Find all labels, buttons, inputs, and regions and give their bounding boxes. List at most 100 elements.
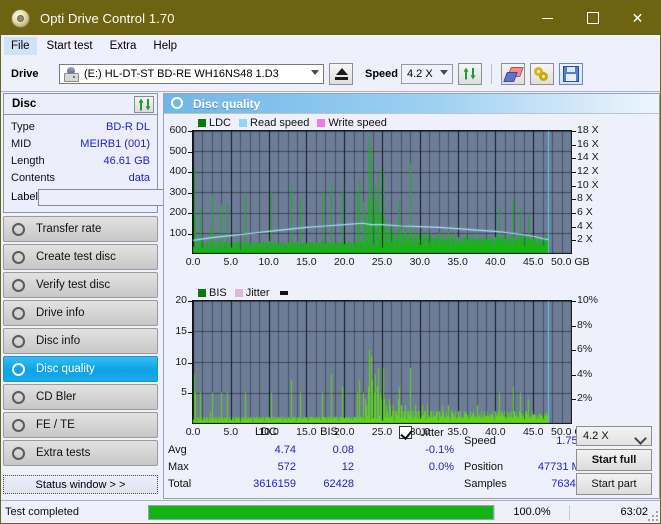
disc-test-icon — [11, 222, 28, 237]
disc-info-title: Disc — [12, 98, 37, 110]
disc-mid-value: MEIRB1 (001) — [80, 137, 150, 150]
sidebar-item-label: Drive info — [36, 307, 85, 319]
refresh-icon — [463, 67, 478, 82]
disc-refresh-button[interactable] — [134, 95, 154, 113]
x-axis-tick: 30.0 — [409, 256, 431, 268]
sidebar-item-create-test-disc[interactable]: Create test disc — [3, 244, 158, 270]
y2-axis-tick: 16 X — [577, 137, 599, 150]
x-axis-tick: 35.0 — [447, 256, 468, 268]
position-stat-label: Position — [464, 461, 504, 473]
y2-axis-tick: 10% — [577, 294, 599, 306]
eraser-icon — [503, 67, 524, 82]
sidebar-item-cd-bler[interactable]: CD Bler — [3, 384, 158, 410]
drive-select[interactable]: (E:) HL-DT-ST BD-RE WH16NS48 1.D3 — [59, 64, 324, 84]
sidebar-item-label: FE / TE — [36, 419, 75, 431]
sidebar-item-label: Disc quality — [36, 363, 95, 375]
samples-stat-label: Samples — [464, 478, 507, 490]
y-axis-tick: 5 — [181, 386, 187, 399]
sidebar-nav: Transfer rate Create test disc Verify te… — [3, 216, 158, 466]
disc-info-box: Disc Type BD-R DL MID MEIRB1 (001) Lengt… — [3, 93, 242, 213]
x-axis-tick: 45.0 — [522, 256, 544, 268]
y2-axis-tickmark — [572, 326, 576, 327]
sidebar-item-label: Disc info — [36, 335, 81, 347]
close-icon: ✕ — [631, 10, 644, 26]
speed-select-value: 4.2 X — [407, 68, 433, 80]
y-axis-tick: 20 — [175, 294, 187, 306]
close-button[interactable]: ✕ — [615, 1, 660, 35]
sidebar-item-extra-tests[interactable]: Extra tests — [3, 440, 158, 466]
menu-help[interactable]: Help — [146, 37, 184, 55]
y2-axis-tickmark — [572, 301, 576, 302]
disc-length-label: Length — [11, 154, 45, 167]
disc-row-length: Length 46.61 GB — [4, 152, 157, 169]
y2-axis-tickmark — [572, 131, 576, 132]
x-axis-tick: 25.0 — [371, 256, 393, 268]
sidebar-item-label: CD Bler — [36, 391, 77, 403]
legend-label-write-speed: Write speed — [328, 116, 387, 129]
y-axis-tick: 300 — [169, 185, 187, 198]
jitter-label: Jitter — [420, 427, 444, 439]
x-axis-tick: 5.0 — [223, 256, 239, 268]
disc-test-icon — [11, 250, 28, 265]
key-button[interactable] — [530, 63, 554, 85]
resize-grip[interactable] — [648, 511, 658, 521]
disc-row-type: Type BD-R DL — [4, 118, 157, 135]
jitter-checkbox[interactable] — [399, 426, 412, 439]
sidebar-item-disc-info[interactable]: Disc info — [3, 328, 158, 354]
jitter-marker-icon — [279, 290, 288, 295]
refresh-button[interactable] — [458, 63, 482, 85]
disc-test-icon — [11, 278, 28, 293]
title-bar: Opti Drive Control 1.70 ✕ — [1, 1, 660, 35]
progress-bar — [148, 504, 494, 520]
disc-test-icon — [11, 362, 28, 377]
disc-contents-label: Contents — [11, 171, 56, 184]
disc-info-header: Disc — [4, 94, 157, 115]
sidebar-item-drive-info[interactable]: Drive info — [3, 300, 158, 326]
disc-type-label: Type — [11, 120, 35, 133]
menu-start-test[interactable]: Start test — [40, 37, 100, 55]
y2-axis-tick: 4% — [577, 367, 593, 380]
y-axis-tick: 400 — [169, 165, 187, 177]
test-speed-select[interactable]: 4.2 X — [576, 426, 652, 446]
status-window-button[interactable]: Status window > > — [3, 475, 158, 494]
speed-label: Speed — [365, 68, 399, 80]
stats-bis-total: 62428 — [323, 478, 354, 490]
menu-extra[interactable]: Extra — [103, 37, 144, 55]
sidebar-item-verify-test-disc[interactable]: Verify test disc — [3, 272, 158, 298]
sidebar-item-label: Verify test disc — [36, 279, 111, 291]
menu-file[interactable]: File — [4, 37, 37, 55]
save-icon — [563, 66, 579, 82]
sidebar-item-label: Transfer rate — [36, 223, 102, 235]
start-full-button[interactable]: Start full — [576, 449, 652, 471]
y-axis-tickmark — [188, 363, 192, 364]
page-title: Disc quality — [193, 96, 261, 111]
progress-percent: 100.0% — [494, 504, 570, 520]
y-axis-tick: 100 — [169, 226, 187, 239]
x-axis-tick: 10.0 — [258, 256, 279, 268]
sidebar-item-transfer-rate[interactable]: Transfer rate — [3, 216, 158, 242]
erase-button[interactable] — [501, 63, 525, 85]
stats-row-total: Total — [168, 478, 192, 490]
disc-quality-panel: Disc quality LDC Read speed Write speed … — [163, 93, 660, 499]
sidebar-item-fe-te[interactable]: FE / TE — [3, 412, 158, 438]
left-panel: Disc Type BD-R DL MID MEIRB1 (001) Lengt… — [3, 93, 242, 494]
y2-axis-tick: 6 X — [577, 206, 593, 218]
start-part-button[interactable]: Start part — [576, 473, 652, 495]
y-axis-tickmark — [188, 234, 192, 235]
speed-stat-label: Speed — [464, 435, 496, 447]
ldc-chart-legend: LDC Read speed Write speed — [198, 116, 395, 129]
disc-test-icon — [11, 418, 28, 433]
eject-button[interactable] — [329, 63, 353, 85]
disc-quality-icon — [171, 97, 185, 110]
status-message: Test completed — [5, 506, 79, 518]
maximize-button[interactable] — [570, 1, 615, 35]
legend-label-ldc: LDC — [209, 116, 232, 129]
save-button[interactable] — [559, 63, 583, 85]
speed-select[interactable]: 4.2 X — [401, 64, 453, 84]
sidebar-item-disc-quality[interactable]: Disc quality — [3, 356, 158, 382]
minimize-button[interactable] — [525, 1, 570, 35]
y2-axis-tick: 10 X — [577, 178, 599, 191]
test-speed-value: 4.2 X — [583, 430, 609, 442]
bis-chart-canvas — [192, 300, 572, 424]
ldc-chart-canvas — [192, 130, 572, 254]
